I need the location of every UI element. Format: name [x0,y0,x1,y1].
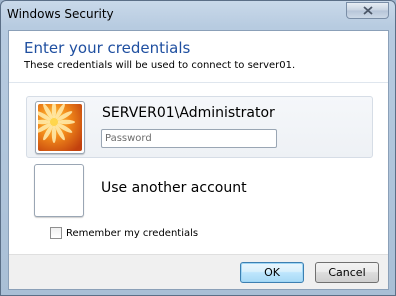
close-icon [362,6,373,15]
remember-label: Remember my credentials [66,227,199,239]
password-input[interactable] [101,129,277,148]
window-title: Windows Security [7,7,114,21]
dialog-content: Enter your credentials These credentials… [8,30,389,290]
cancel-button[interactable]: Cancel [315,262,379,283]
title-bar[interactable]: Windows Security [1,1,395,27]
remember-checkbox[interactable] [50,227,62,239]
divider [9,82,388,83]
use-another-account-label: Use another account [101,180,247,196]
account-name: SERVER01\Administrator [102,105,275,121]
account-tile-use-another[interactable]: Use another account [26,162,373,218]
dialog-subheading: These credentials will be used to connec… [24,60,296,71]
close-button[interactable] [346,2,389,19]
dialog-heading: Enter your credentials [24,39,191,57]
button-bar: OK Cancel [9,254,388,289]
remember-credentials[interactable]: Remember my credentials [50,227,198,239]
account-tile-administrator[interactable]: SERVER01\Administrator [26,96,373,158]
ok-button[interactable]: OK [240,262,304,283]
blank-avatar-icon [34,164,84,217]
avatar [35,101,85,154]
flower-avatar-icon [38,104,82,151]
security-dialog-window: Windows Security Enter your credentials … [0,0,396,296]
